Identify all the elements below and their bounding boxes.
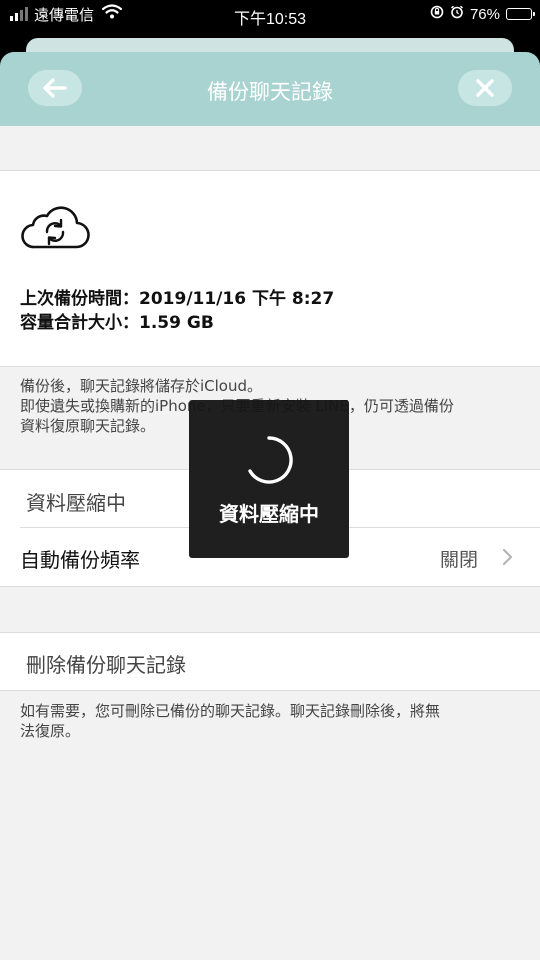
auto-backup-value: 關閉 (439, 549, 478, 571)
close-icon (476, 79, 494, 97)
last-backup-time: 上次備份時間：2019/11/16 下午 8:27 (20, 289, 335, 309)
loading-overlay: 資料壓縮中 (189, 400, 349, 558)
total-backup-size: 容量合計大小：1.59 GB (20, 313, 214, 333)
status-right: 76% (430, 5, 535, 24)
spinner-icon (248, 436, 293, 484)
loading-text: 資料壓縮中 (219, 502, 319, 526)
delete-backup-label: 刪除備份聊天記錄 (26, 653, 186, 677)
compressing-label: 資料壓縮中 (26, 491, 126, 515)
delete-note-line: 如有需要，您可刪除已備份的聊天記錄。聊天記錄刪除後，將無 (20, 702, 441, 720)
alarm-icon (450, 5, 464, 24)
rotation-lock-icon (430, 5, 444, 24)
backup-info-card: 上次備份時間：2019/11/16 下午 8:27 容量合計大小：1.59 GB (0, 171, 540, 366)
cloud-sync-icon (21, 206, 90, 249)
delete-note: 如有需要，您可刪除已備份的聊天記錄。聊天記錄刪除後，將無 法復原。 (20, 701, 520, 741)
divider (0, 366, 540, 367)
status-bar: 遠傳電信 下午10:53 76% (0, 0, 540, 28)
header-bar: 備份聊天記錄 (0, 52, 540, 126)
auto-backup-label: 自動備份頻率 (20, 548, 140, 572)
backup-note-line: 備份後，聊天記錄將儲存於iCloud。 (20, 377, 263, 395)
battery-percent: 76% (469, 5, 500, 23)
chevron-right-icon (502, 548, 513, 566)
battery-icon (506, 8, 535, 20)
delete-backup-row[interactable]: 刪除備份聊天記錄 (0, 633, 540, 691)
divider (0, 586, 540, 587)
close-button[interactable] (458, 70, 512, 106)
divider (0, 690, 540, 691)
delete-note-line: 法復原。 (20, 722, 81, 740)
